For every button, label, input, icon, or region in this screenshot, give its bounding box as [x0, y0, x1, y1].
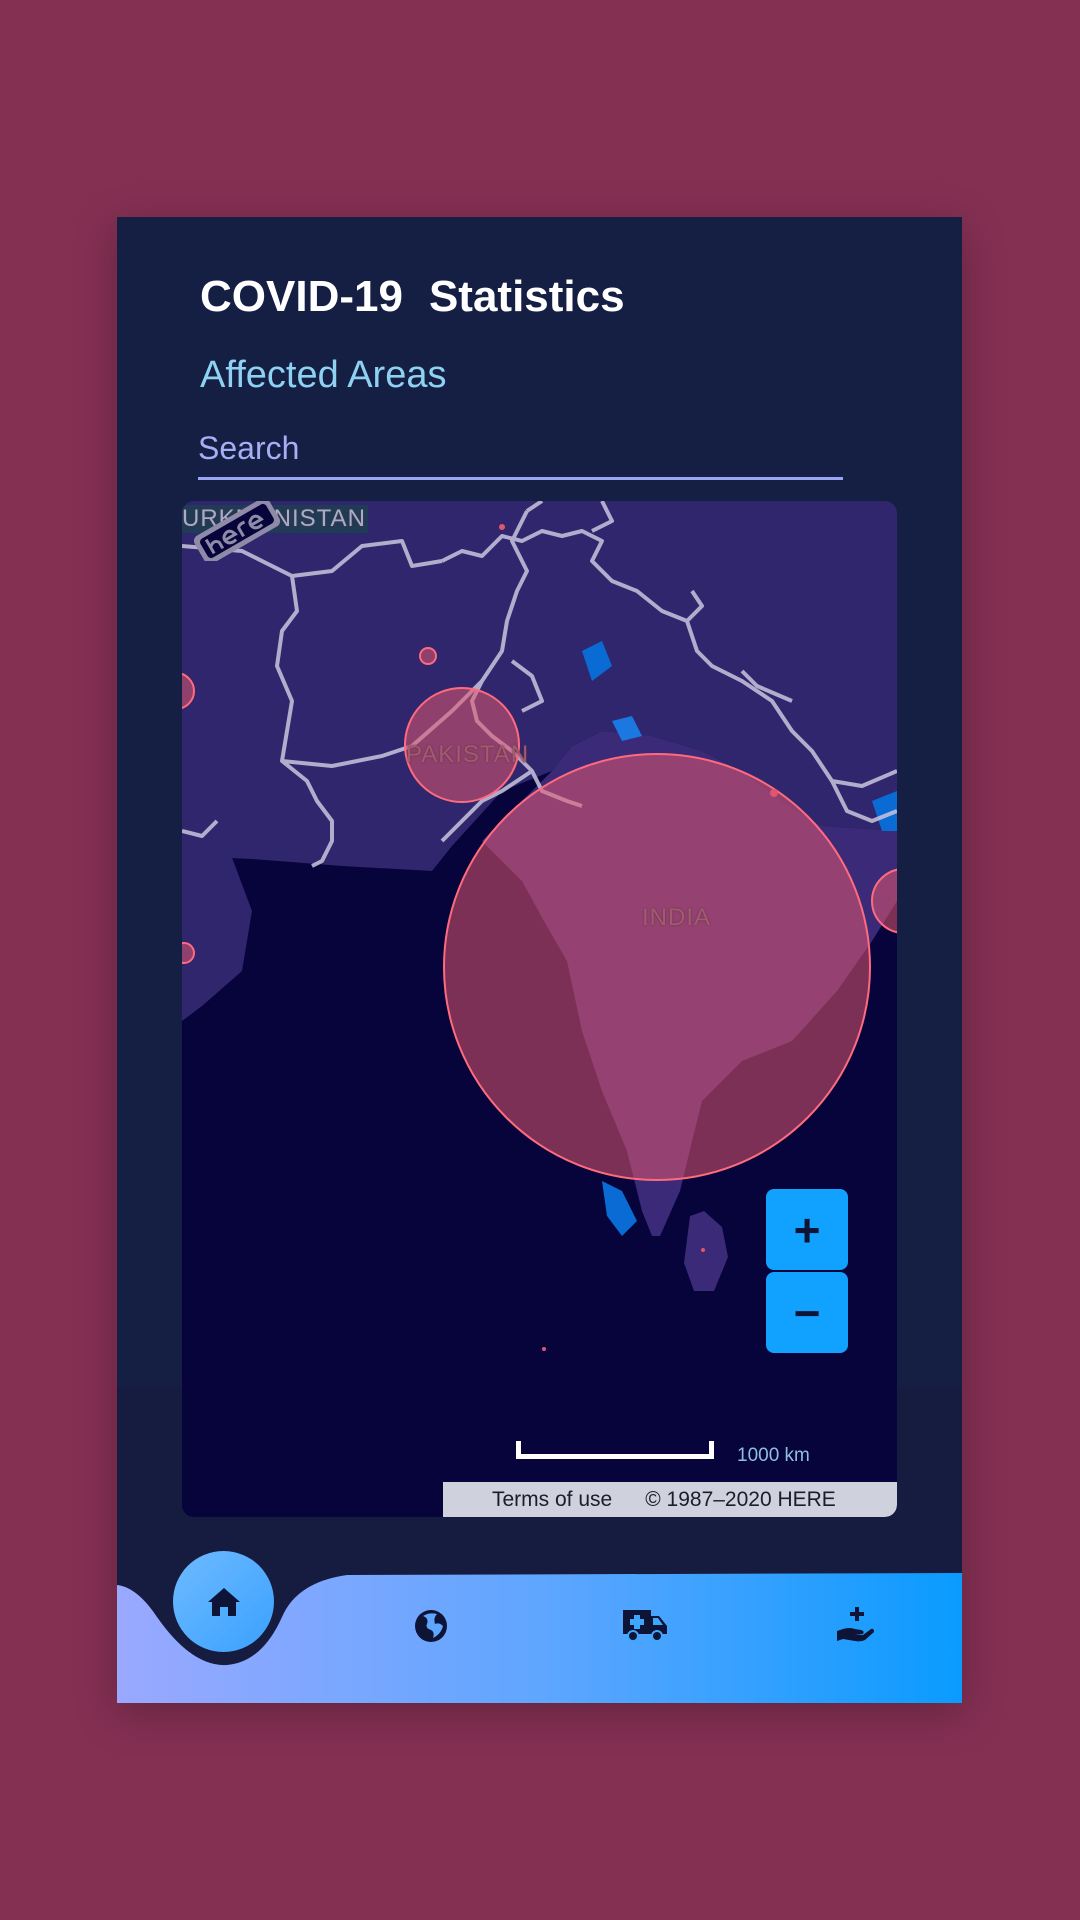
title-part-statistics: Statistics	[428, 272, 625, 321]
home-icon	[207, 1587, 240, 1616]
hotspot-maldives	[542, 1347, 546, 1351]
zoom-in-button[interactable]: +	[766, 1189, 848, 1270]
nav-hand-medical-button[interactable]	[835, 1604, 875, 1644]
nav-ambulance-button[interactable]	[621, 1604, 669, 1644]
map-label-pakistan: PAKISTAN	[406, 741, 530, 768]
map-label-india: INDIA	[642, 904, 712, 931]
land-srilanka	[684, 1211, 728, 1291]
title-part-covid: COVID-19	[200, 272, 403, 321]
map-scale-label: 1000 km	[737, 1445, 810, 1466]
nav-globe-button[interactable]	[411, 1606, 451, 1646]
map-scale-bar	[516, 1441, 714, 1459]
app-card: COVID-19 Statistics Affected Areas Searc…	[117, 217, 962, 1703]
map-canvas	[182, 501, 897, 1351]
search-input[interactable]	[198, 425, 843, 480]
hand-medical-icon	[837, 1607, 874, 1642]
page-title: COVID-19 Statistics	[200, 275, 625, 319]
hotspot-afghan	[419, 647, 437, 665]
nav-home-button[interactable]	[173, 1551, 274, 1652]
hotspot-arabia	[182, 942, 195, 964]
map-copyright: © 1987–2020 HERE	[645, 1487, 836, 1511]
here-logo	[193, 501, 281, 561]
page-subtitle: Affected Areas	[200, 354, 447, 396]
water-patch	[602, 1181, 637, 1236]
zoom-out-button[interactable]: −	[766, 1272, 848, 1353]
hotspot-tajik	[499, 524, 505, 530]
hotspot-srilanka	[701, 1248, 705, 1252]
map-view[interactable]: URKMENISTAN PAKISTAN INDIA + − 1000 km T…	[182, 501, 897, 1517]
terms-of-use-link[interactable]: Terms of use	[492, 1488, 612, 1512]
hotspot-india	[443, 753, 871, 1181]
ambulance-icon	[623, 1610, 667, 1642]
map-attribution: Terms of use © 1987–2020 HERE	[443, 1482, 897, 1517]
globe-icon	[415, 1610, 447, 1642]
hotspot-nepal	[770, 789, 778, 797]
